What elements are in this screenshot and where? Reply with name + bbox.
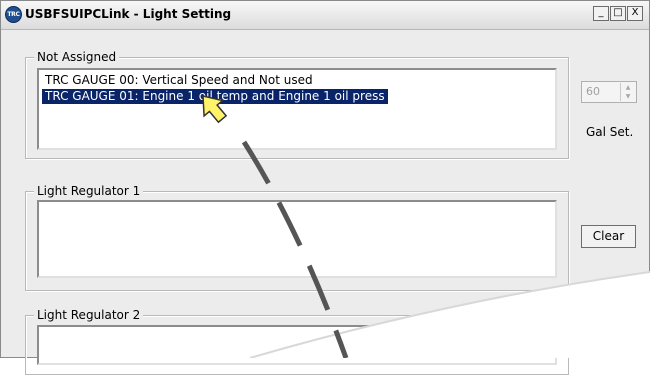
spin-down-icon[interactable]: ▼ (621, 92, 635, 101)
list-item[interactable]: TRC GAUGE 00: Vertical Speed and Not use… (42, 73, 316, 88)
light-regulator-1-listbox[interactable] (37, 200, 557, 278)
window-controls: _ □ X (592, 6, 643, 21)
gal-set-value: 60 (586, 85, 600, 98)
trc-app-icon: TRC (5, 6, 22, 23)
list-item-selected[interactable]: TRC GAUGE 01: Engine 1 oil temp and Engi… (42, 89, 388, 104)
light-setting-window: TRC USBFSUIPCLink - Light Setting _ □ X … (0, 0, 650, 375)
spin-up-icon[interactable]: ▲ (621, 83, 635, 92)
minimize-button[interactable]: _ (593, 6, 609, 21)
maximize-button[interactable]: □ (610, 6, 626, 21)
clear-button[interactable]: Clear (581, 225, 636, 248)
light-regulator-2-label: Light Regulator 2 (34, 308, 144, 322)
not-assigned-listbox[interactable]: TRC GAUGE 00: Vertical Speed and Not use… (37, 68, 557, 150)
close-button[interactable]: X (627, 6, 643, 21)
gal-set-spinner[interactable]: 60 ▲ ▼ (581, 81, 637, 103)
light-regulator-1-label: Light Regulator 1 (34, 184, 144, 198)
gal-set-label: Gal Set. (586, 125, 634, 139)
light-regulator-2-listbox[interactable] (37, 325, 557, 365)
not-assigned-label: Not Assigned (34, 50, 120, 64)
window-title: USBFSUIPCLink - Light Setting (25, 7, 232, 21)
spinner-arrows: ▲ ▼ (620, 83, 635, 101)
title-bar[interactable]: TRC USBFSUIPCLink - Light Setting _ □ X (1, 1, 649, 30)
